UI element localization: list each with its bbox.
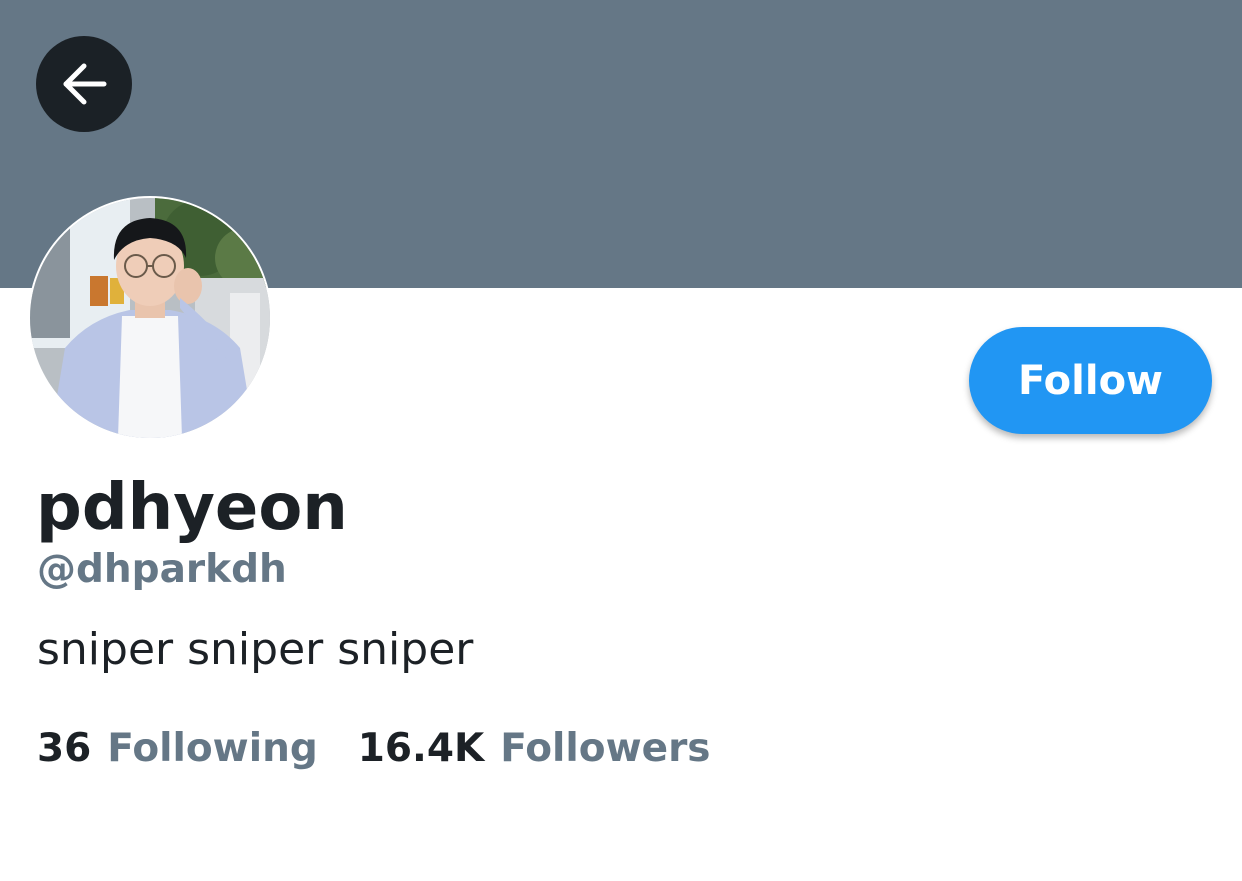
profile-bio: sniper sniper sniper (37, 624, 474, 675)
following-link[interactable]: 36 Following (37, 724, 318, 774)
avatar[interactable] (28, 196, 272, 440)
profile-photo (30, 198, 270, 438)
arrow-left-icon (63, 63, 107, 105)
profile-handle: @dhparkdh (37, 547, 287, 592)
profile-stats: 36 Following 16.4K Followers (37, 724, 711, 774)
display-name: pdhyeon (36, 471, 348, 545)
profile-page: Follow pdhyeon @dhparkdh sniper sniper s… (0, 0, 1242, 881)
followers-count: 16.4K (357, 726, 485, 771)
follow-button[interactable]: Follow (969, 327, 1212, 434)
followers-label: Followers (500, 726, 711, 771)
followers-link[interactable]: 16.4K Followers (358, 724, 711, 774)
back-button[interactable] (36, 36, 132, 132)
following-label: Following (107, 726, 318, 771)
following-count: 36 (37, 726, 92, 771)
